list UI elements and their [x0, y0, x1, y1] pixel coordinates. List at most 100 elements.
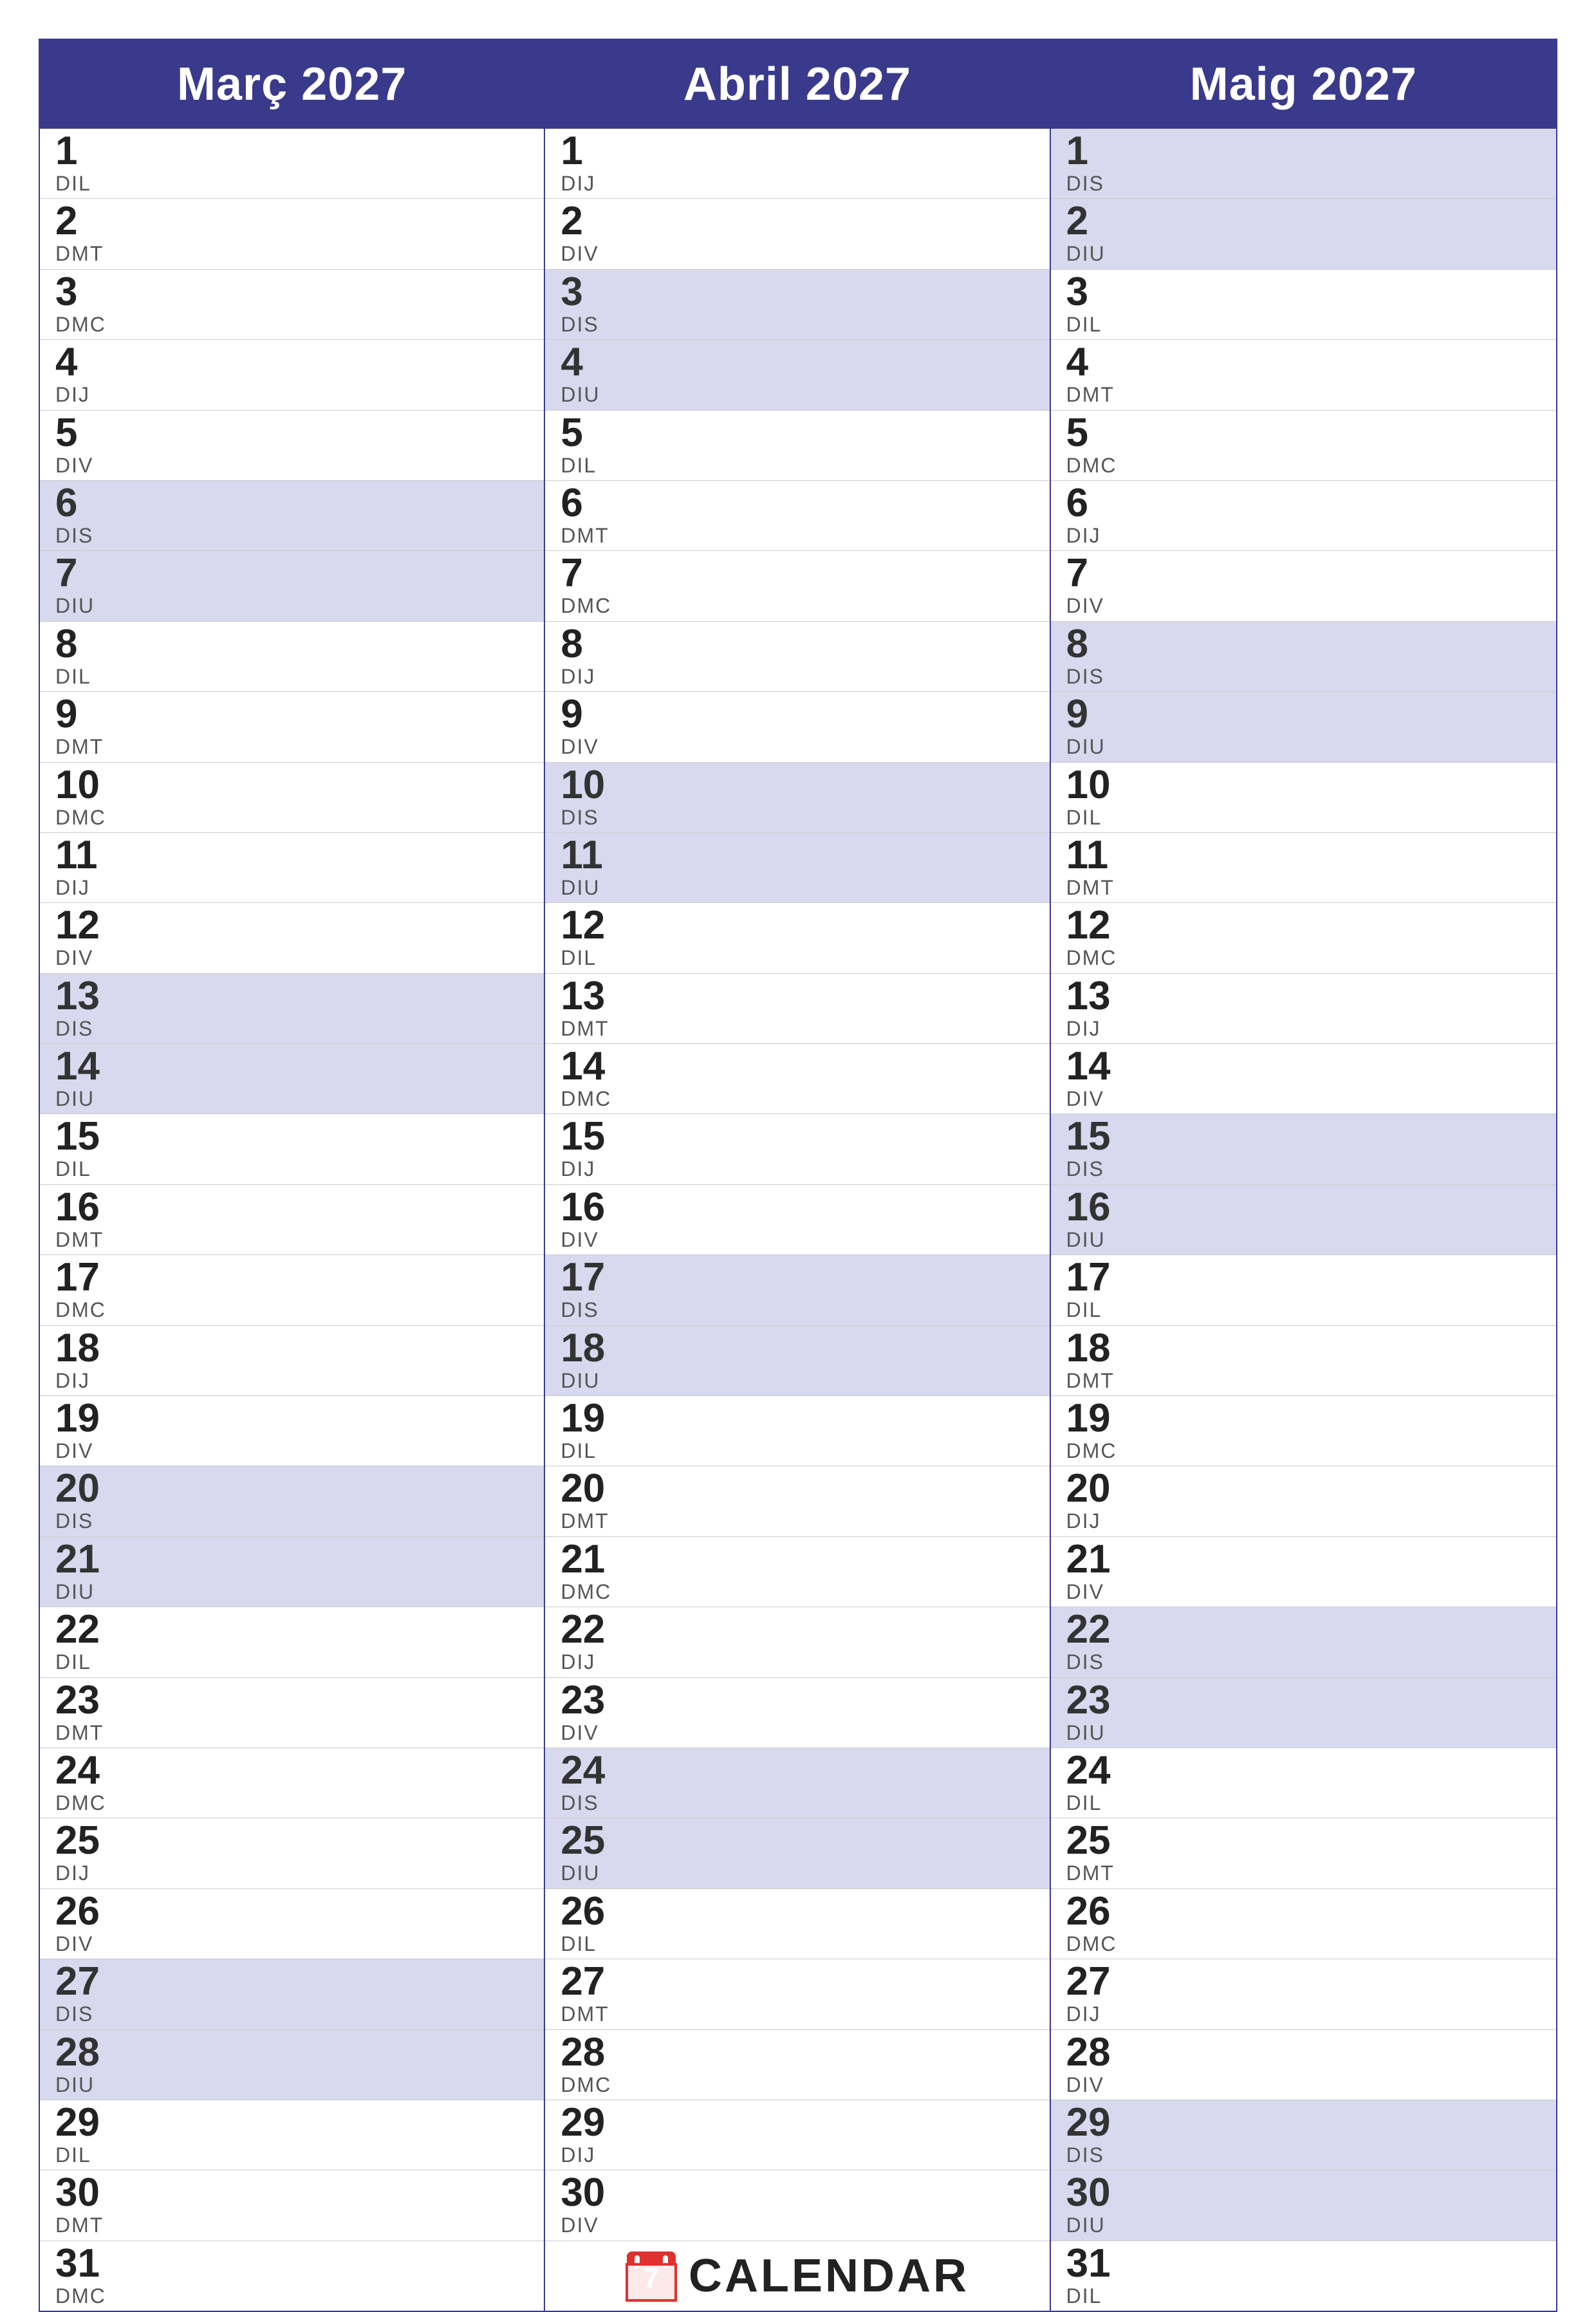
day-abbr: DMT: [1066, 1861, 1541, 1885]
day-abbr: DIS: [561, 1298, 1034, 1322]
day-abbr: DIL: [55, 664, 528, 689]
day-number: 3: [55, 272, 528, 312]
day-number: 30: [55, 2173, 528, 2213]
days-container-0: 1DIL2DMT3DMC4DIJ5DIV6DIS7DIU8DIL9DMT10DM…: [40, 129, 544, 2311]
day-abbr: DIU: [1066, 2213, 1541, 2237]
day-abbr: DIJ: [1066, 523, 1541, 548]
day-abbr: DMT: [561, 523, 1034, 548]
day-abbr: DMC: [561, 2073, 1034, 2097]
brand-text: CALENDAR: [689, 2250, 969, 2302]
day-row: 13DMT: [545, 974, 1049, 1044]
day-abbr: DIV: [55, 453, 528, 478]
day-abbr: DMC: [55, 1791, 528, 1815]
day-number: 7: [1066, 554, 1541, 593]
day-row: 27DMT: [545, 1959, 1049, 2029]
day-row: 8DIJ: [545, 622, 1049, 692]
calendar-grid: Març 20271DIL2DMT3DMC4DIJ5DIV6DIS7DIU8DI…: [39, 39, 1557, 2312]
day-number: 8: [55, 624, 528, 664]
day-number: 1: [561, 131, 1034, 171]
day-row: 21DIU: [40, 1537, 544, 1607]
day-row: 30DIV: [545, 2170, 1049, 2241]
day-abbr: DIL: [1066, 1298, 1541, 1322]
day-abbr: DMC: [55, 312, 528, 337]
day-number: 7: [561, 554, 1034, 593]
day-row: 2DIV: [545, 199, 1049, 269]
day-number: 27: [55, 1962, 528, 2002]
day-row: 12DIL: [545, 903, 1049, 973]
day-row: 25DIU: [545, 1818, 1049, 1888]
day-row: 1DIL: [40, 129, 544, 199]
day-number: 11: [561, 835, 1034, 875]
day-number: 11: [1066, 835, 1541, 875]
day-row: 27DIJ: [1051, 1959, 1556, 2029]
day-abbr: DIJ: [1066, 1016, 1541, 1041]
day-abbr: DIS: [1066, 1650, 1541, 1674]
day-number: 27: [561, 1962, 1034, 2002]
day-abbr: DMT: [55, 2213, 528, 2237]
day-number: 20: [561, 1469, 1034, 1509]
day-row: 26DIV: [40, 1889, 544, 1959]
day-number: 21: [561, 1540, 1034, 1580]
day-number: 8: [561, 624, 1034, 664]
day-row: 5DIL: [545, 411, 1049, 481]
day-abbr: DIU: [55, 2073, 528, 2097]
day-abbr: DIJ: [55, 875, 528, 900]
day-number: 15: [561, 1117, 1034, 1157]
day-abbr: DIJ: [561, 1157, 1034, 1181]
day-row: 16DIU: [1051, 1185, 1556, 1255]
month-column-0: Març 20271DIL2DMT3DMC4DIJ5DIV6DIS7DIU8DI…: [40, 40, 545, 2311]
day-row: 12DMC: [1051, 903, 1556, 973]
day-row: 4DMT: [1051, 340, 1556, 410]
day-abbr: DIS: [55, 1016, 528, 1041]
day-row: 17DIL: [1051, 1255, 1556, 1325]
day-number: 6: [561, 483, 1034, 523]
day-number: 9: [55, 695, 528, 734]
day-number: 5: [1066, 413, 1541, 453]
day-number: 8: [1066, 624, 1541, 664]
day-number: 14: [55, 1047, 528, 1086]
day-row: 26DIL: [545, 1889, 1049, 1959]
day-abbr: DIL: [55, 2143, 528, 2167]
day-number: 21: [1066, 1540, 1541, 1580]
day-row: 5DIV: [40, 411, 544, 481]
day-number: 14: [1066, 1047, 1541, 1086]
day-number: 15: [55, 1117, 528, 1157]
day-number: 6: [1066, 483, 1541, 523]
day-abbr: DMC: [55, 1298, 528, 1322]
day-row: 29DIL: [40, 2100, 544, 2170]
day-row: 15DIS: [1051, 1114, 1556, 1184]
day-number: 19: [55, 1399, 528, 1439]
day-number: 13: [561, 976, 1034, 1016]
day-row: 15DIL: [40, 1114, 544, 1184]
day-row: 16DMT: [40, 1185, 544, 1255]
day-abbr: DMT: [1066, 382, 1541, 407]
day-abbr: DIL: [1066, 2284, 1541, 2308]
day-number: 23: [55, 1681, 528, 1720]
day-row: 9DIV: [545, 692, 1049, 762]
day-row: 4DIJ: [40, 340, 544, 410]
day-number: 17: [561, 1258, 1034, 1298]
day-abbr: DMC: [1066, 1439, 1541, 1463]
day-abbr: DIV: [561, 1720, 1034, 1745]
calendar-wrapper: Març 20271DIL2DMT3DMC4DIJ5DIV6DIS7DIU8DI…: [39, 39, 1557, 2219]
day-number: 16: [561, 1188, 1034, 1227]
day-abbr: DIL: [561, 1439, 1034, 1463]
day-abbr: DIU: [561, 382, 1034, 407]
day-row: 9DMT: [40, 692, 544, 762]
brand-logo: 7 CALENDAR: [626, 2250, 969, 2302]
day-row: 19DMC: [1051, 1396, 1556, 1466]
day-row: 26DMC: [1051, 1889, 1556, 1959]
day-number: 20: [55, 1469, 528, 1509]
day-number: 23: [1066, 1681, 1541, 1720]
day-abbr: DMT: [55, 734, 528, 759]
day-row: 10DIS: [545, 763, 1049, 833]
day-number: 18: [1066, 1328, 1541, 1368]
day-row: 3DMC: [40, 270, 544, 340]
day-number: 28: [1066, 2033, 1541, 2073]
day-abbr: DMT: [1066, 875, 1541, 900]
day-row: 14DMC: [545, 1044, 1049, 1114]
day-abbr: DMT: [561, 1016, 1034, 1041]
day-row: 9DIU: [1051, 692, 1556, 762]
day-abbr: DIV: [1066, 1086, 1541, 1111]
days-container-1: 1DIJ2DIV3DIS4DIU5DIL6DMT7DMC8DIJ9DIV10DI…: [545, 129, 1049, 2311]
